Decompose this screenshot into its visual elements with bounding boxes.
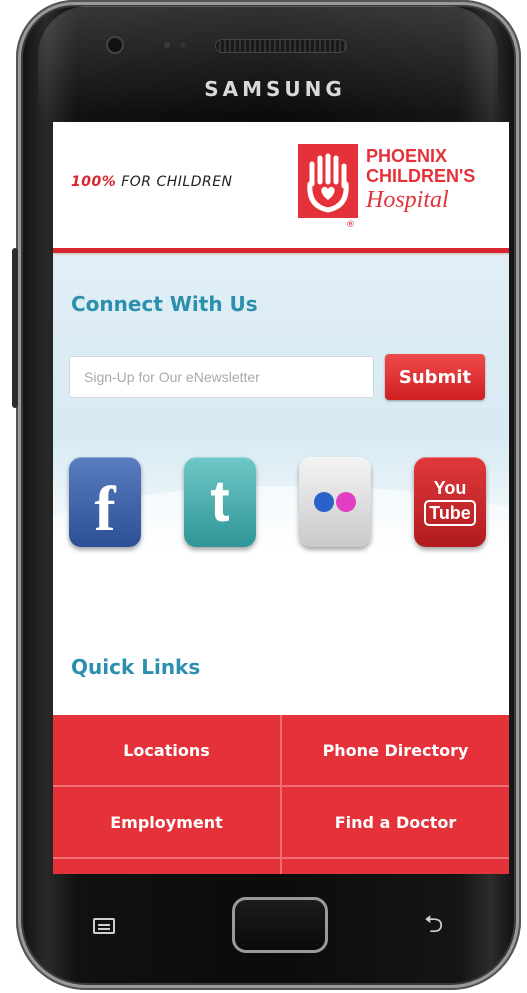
menu-key-icon[interactable] [93, 918, 115, 934]
youtube-you: You [433, 478, 467, 498]
flickr-icon [314, 492, 356, 512]
site-header: 100% FOR CHILDREN ® PHOENIX CHILDREN'S H… [53, 122, 509, 248]
registered-mark: ® [346, 220, 355, 230]
quick-links-grid: Locations Phone Directory Employment Fin… [53, 715, 509, 874]
facebook-icon: f [94, 473, 116, 544]
tagline-percent: 100% [71, 174, 117, 190]
device-brand: SAMSUNG [204, 77, 346, 101]
facebook-button[interactable]: f [69, 457, 141, 547]
flickr-blue-dot [314, 492, 334, 512]
quick-link[interactable] [53, 859, 280, 874]
flickr-button[interactable] [299, 457, 371, 547]
connect-title: Connect With Us [71, 292, 258, 316]
youtube-icon: You Tube [424, 478, 476, 526]
front-camera [106, 36, 124, 54]
submit-button[interactable]: Submit [385, 354, 485, 400]
volume-button[interactable] [12, 248, 18, 408]
logo-line-3[interactable]: Hospital [366, 186, 449, 214]
quick-link-phone-directory[interactable]: Phone Directory [282, 715, 509, 785]
logo-line-1[interactable]: PHOENIX [366, 146, 447, 166]
phone-screen: 100% FOR CHILDREN ® PHOENIX CHILDREN'S H… [53, 122, 509, 874]
newsletter-email-input[interactable] [69, 356, 374, 398]
quick-link-employment[interactable]: Employment [53, 787, 280, 857]
quick-link[interactable] [282, 859, 509, 874]
quick-links-title: Quick Links [71, 655, 201, 679]
hand-heart-icon [307, 153, 349, 213]
twitter-icon: t [210, 469, 230, 534]
earpiece-speaker [215, 39, 347, 53]
light-sensor [180, 42, 186, 48]
home-button[interactable] [232, 897, 328, 953]
quick-link-find-a-doctor[interactable]: Find a Doctor [282, 787, 509, 857]
twitter-button[interactable]: t [184, 457, 256, 547]
back-key-icon[interactable]: ⮌ [424, 912, 443, 936]
youtube-button[interactable]: You Tube [414, 457, 486, 547]
youtube-tube: Tube [424, 500, 476, 526]
quick-link-locations[interactable]: Locations [53, 715, 280, 785]
proximity-sensor [164, 42, 170, 48]
flickr-pink-dot [336, 492, 356, 512]
tagline: 100% FOR CHILDREN [71, 174, 233, 190]
tagline-text: FOR CHILDREN [121, 174, 233, 190]
logo-line-2[interactable]: CHILDREN'S [366, 166, 475, 186]
hand-heart-logo-icon[interactable] [298, 144, 358, 218]
